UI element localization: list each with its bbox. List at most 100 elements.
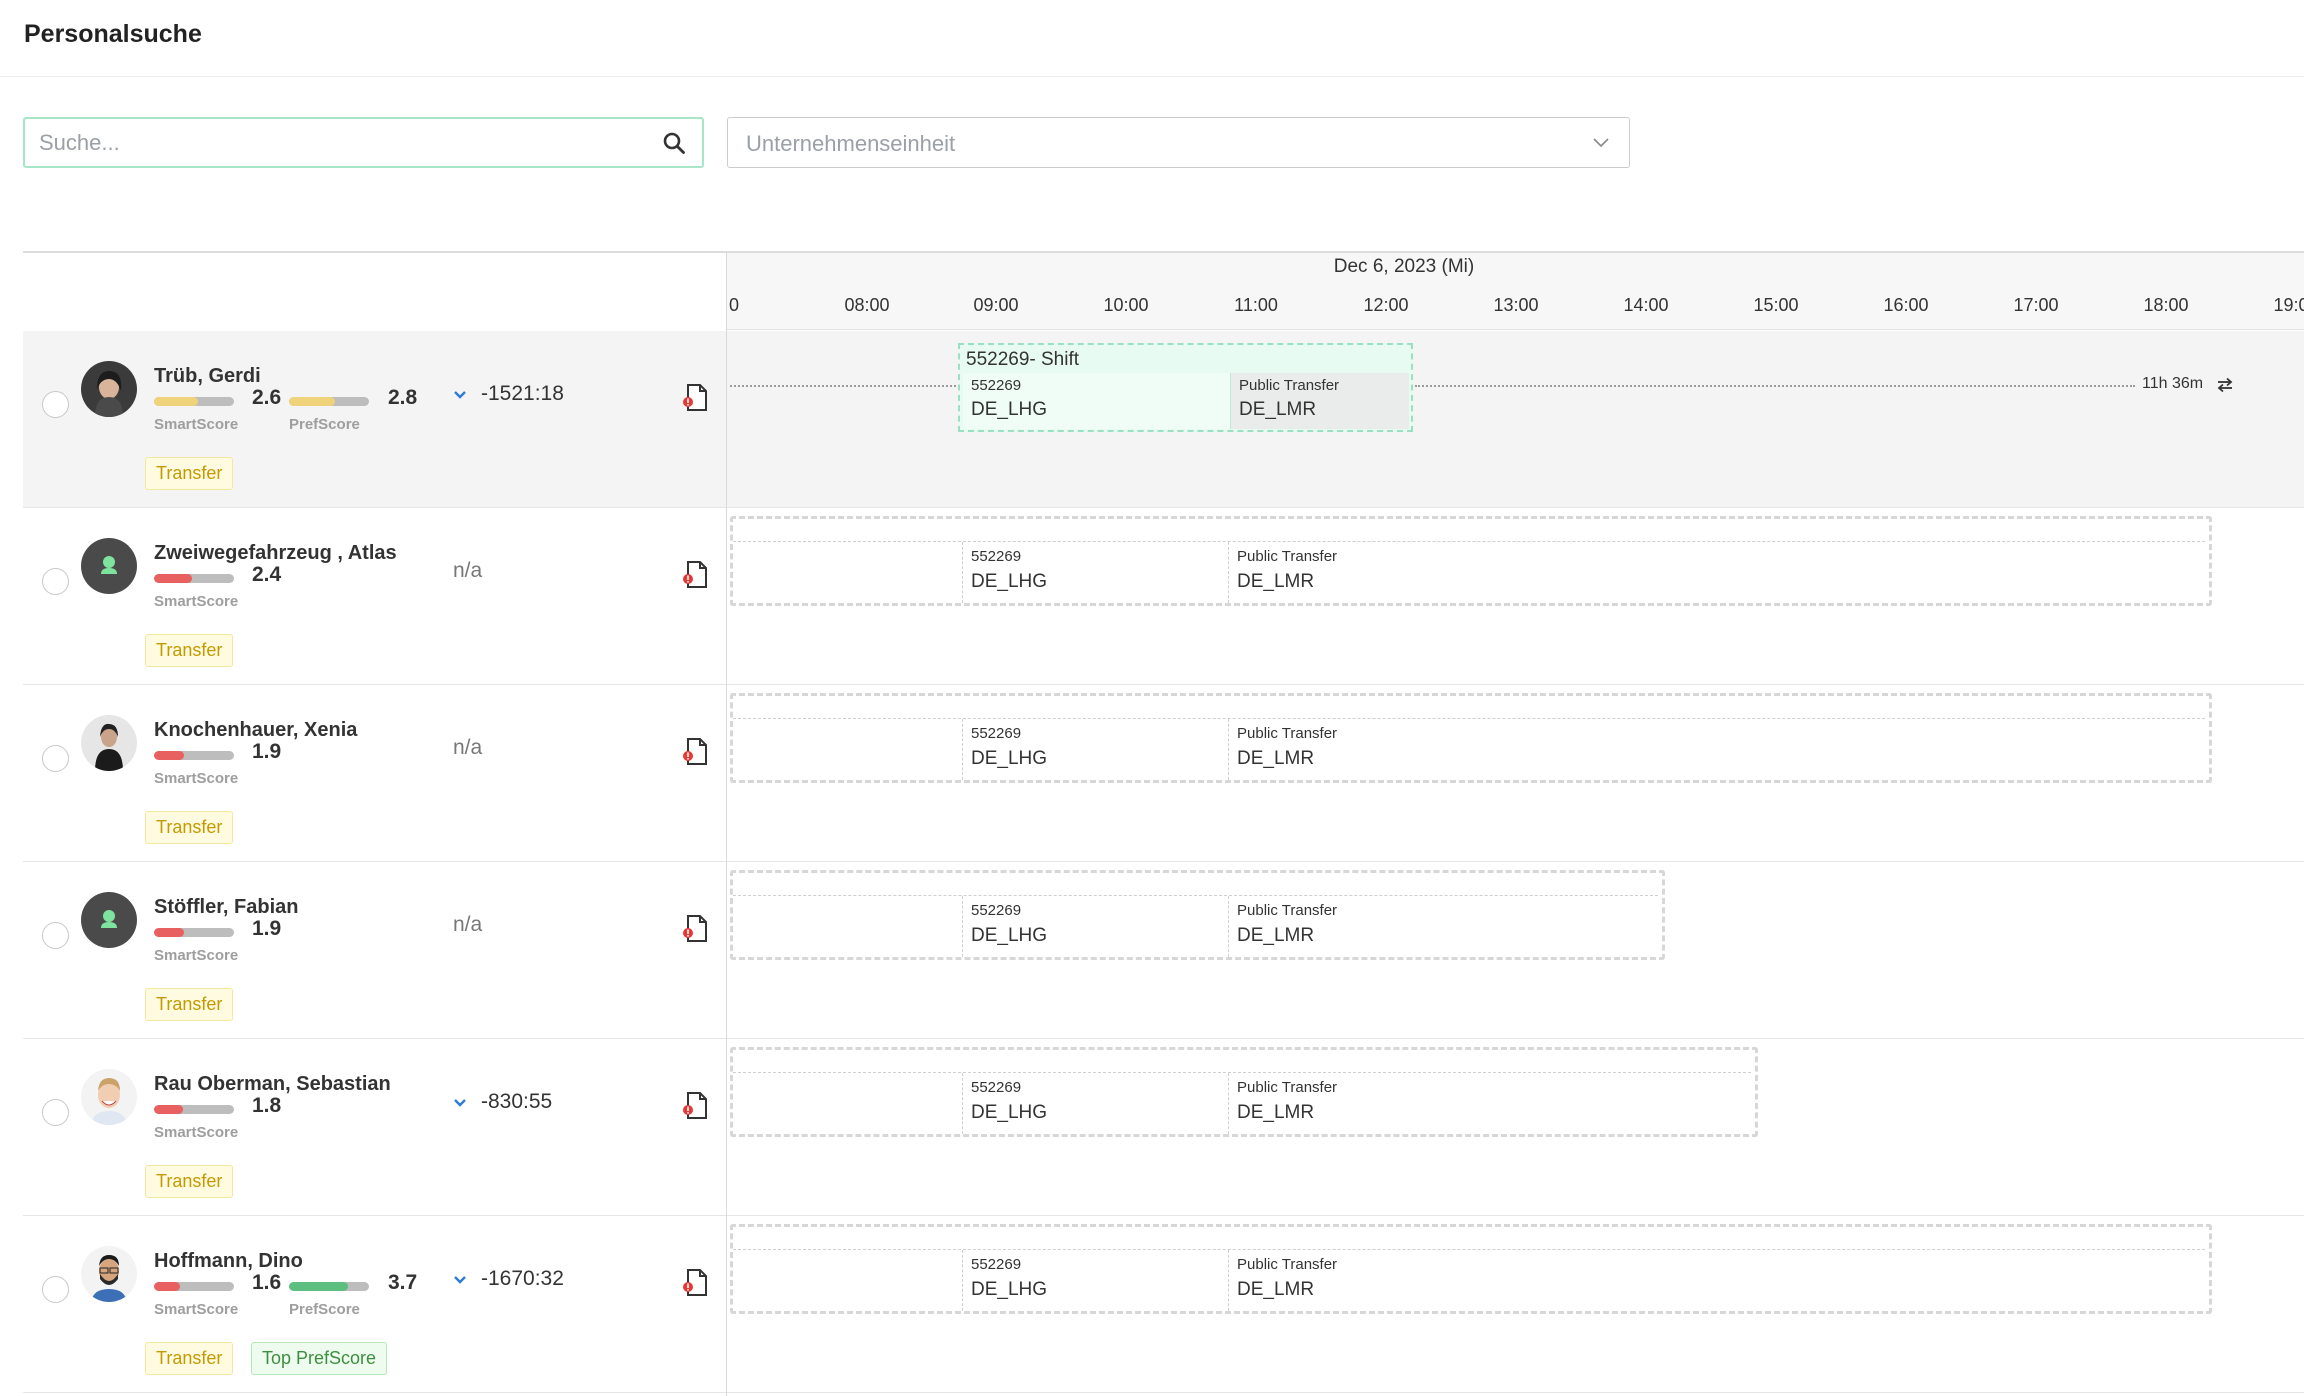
availability-line [730, 385, 956, 387]
transfer-tag: Transfer [145, 634, 234, 667]
transfer-tag: Transfer [145, 457, 234, 490]
smartscore-bar [154, 751, 234, 760]
smartscore-value: 1.8 [252, 1094, 282, 1117]
segment-label: Public Transfer [1237, 1256, 1338, 1273]
shift-segment[interactable]: 552269 DE_LHG [962, 719, 1228, 780]
hours-balance: -1670:32 [481, 1267, 564, 1290]
avatar [81, 892, 137, 948]
employee-name[interactable]: Hoffmann, Dino [154, 1250, 303, 1273]
segment-label: Public Transfer [1237, 1079, 1338, 1096]
segment-code: DE_LHG [971, 925, 1048, 946]
transfer-segment[interactable]: Public Transfer DE_LMR [1228, 1250, 1428, 1311]
transfer-segment[interactable]: Public Transfer DE_LMR [1228, 542, 1428, 603]
search-box[interactable] [23, 117, 704, 168]
avatar [81, 1069, 137, 1125]
hour-label: 13:00 [1493, 295, 1539, 315]
prefscore-value: 3.7 [388, 1271, 418, 1294]
transfer-segment[interactable]: Public Transfer DE_LMR [1228, 1073, 1428, 1134]
prefscore-value: 2.8 [388, 386, 418, 409]
segment-id: 552269 [971, 725, 1022, 742]
hour-label: 10:00 [1103, 295, 1149, 315]
employee-name[interactable]: Trüb, Gerdi [154, 365, 261, 388]
shift-segment[interactable]: 552269 DE_LHG [963, 373, 1231, 429]
segment-id: 552269 [971, 377, 1022, 394]
smartscore-label: SmartScore [154, 593, 239, 610]
block-inner-line [733, 718, 2205, 719]
swap-icon[interactable] [2216, 377, 2234, 393]
candidate-shift-block[interactable] [730, 693, 2212, 783]
chevron-down-icon [1593, 138, 1609, 148]
document-warning-icon[interactable] [682, 560, 710, 590]
transfer-segment[interactable]: Public Transfer DE_LMR [1231, 373, 1409, 429]
prefscore-label: PrefScore [289, 416, 360, 433]
segment-code: DE_LMR [1237, 925, 1315, 946]
block-inner-line [733, 1249, 2205, 1250]
column-divider [726, 251, 727, 1396]
smartscore-label: SmartScore [154, 947, 239, 964]
row-select-radio[interactable] [42, 745, 69, 772]
shift-block[interactable]: 552269- Shift 552269 DE_LHG Public Transfer… [958, 343, 1413, 432]
hour-label: 0 [729, 295, 740, 315]
avatar [81, 538, 137, 594]
prefscore-bar [289, 397, 369, 406]
segment-id: 552269 [971, 902, 1022, 919]
search-icon[interactable] [662, 131, 686, 155]
smartscore-label: SmartScore [154, 1301, 239, 1318]
segment-code: DE_LHG [971, 1102, 1048, 1123]
document-warning-icon[interactable] [682, 383, 710, 413]
smartscore-bar [154, 1282, 234, 1291]
candidate-shift-block[interactable] [730, 516, 2212, 606]
document-warning-icon[interactable] [682, 737, 710, 767]
chevron-down-icon[interactable] [452, 1272, 468, 1288]
timeline-date: Dec 6, 2023 (Mi) [1333, 256, 1475, 277]
smartscore-value: 2.6 [252, 386, 282, 409]
employee-name[interactable]: Stöffler, Fabian [154, 896, 298, 919]
smartscore-value: 1.9 [252, 917, 282, 940]
transfer-tag: Transfer [145, 1342, 234, 1375]
smartscore-value: 2.4 [252, 563, 282, 586]
segment-code: DE_LHG [971, 1279, 1048, 1300]
unit-select[interactable]: Unternehmenseinheit [727, 117, 1630, 168]
segment-label: Public Transfer [1237, 725, 1338, 742]
segment-label: Public Transfer [1237, 902, 1338, 919]
employee-name[interactable]: Rau Oberman, Sebastian [154, 1073, 391, 1096]
transfer-segment[interactable]: Public Transfer DE_LMR [1228, 896, 1428, 957]
chevron-down-icon[interactable] [452, 1095, 468, 1111]
hours-balance: -1521:18 [481, 382, 564, 405]
row-select-radio[interactable] [42, 922, 69, 949]
hours-balance: n/a [453, 559, 483, 582]
hours-balance: n/a [453, 736, 483, 759]
hour-label: 14:00 [1623, 295, 1669, 315]
segment-code: DE_LHG [971, 748, 1048, 769]
segment-label: Public Transfer [1239, 377, 1340, 394]
row-select-radio[interactable] [42, 1276, 69, 1303]
hour-label: 11:00 [1234, 295, 1278, 315]
document-warning-icon[interactable] [682, 1091, 710, 1121]
avatar [81, 1246, 137, 1302]
segment-code: DE_LMR [1239, 399, 1317, 420]
segment-code: DE_LMR [1237, 1279, 1315, 1300]
transfer-tag: Transfer [145, 1165, 234, 1198]
segment-label: Public Transfer [1237, 548, 1338, 565]
employee-name[interactable]: Knochenhauer, Xenia [154, 719, 357, 742]
chevron-down-icon[interactable] [452, 387, 468, 403]
document-warning-icon[interactable] [682, 1268, 710, 1298]
shift-segment[interactable]: 552269 DE_LHG [962, 896, 1228, 957]
employee-name[interactable]: Zweiwegefahrzeug , Atlas [154, 542, 397, 565]
transfer-segment[interactable]: Public Transfer DE_LMR [1228, 719, 1428, 780]
availability-line [1415, 385, 2135, 387]
duration-label: 11h 36m [2142, 375, 2204, 392]
candidate-shift-block[interactable] [730, 1224, 2212, 1314]
smartscore-value: 1.9 [252, 740, 282, 763]
row-select-radio[interactable] [42, 1099, 69, 1126]
smartscore-bar [154, 574, 234, 583]
shift-segment[interactable]: 552269 DE_LHG [962, 1250, 1228, 1311]
document-warning-icon[interactable] [682, 914, 710, 944]
search-input[interactable] [39, 119, 639, 166]
shift-segment[interactable]: 552269 DE_LHG [962, 1073, 1228, 1134]
segment-code: DE_LHG [971, 399, 1048, 420]
row-select-radio[interactable] [42, 568, 69, 595]
shift-segment[interactable]: 552269 DE_LHG [962, 542, 1228, 603]
shift-title: 552269- Shift [966, 349, 1080, 370]
row-select-radio[interactable] [42, 391, 69, 418]
